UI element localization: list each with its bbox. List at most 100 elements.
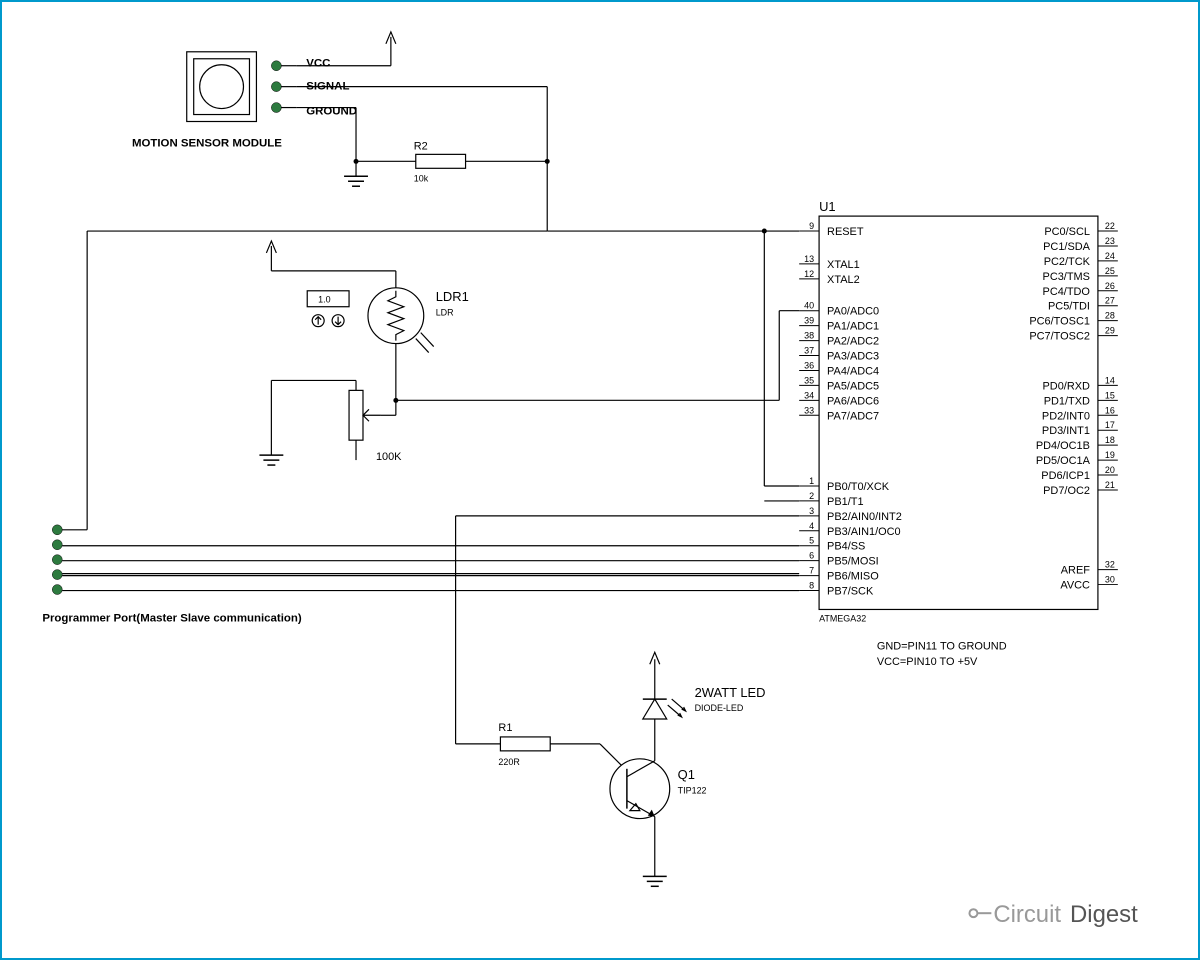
svg-text:PC0/SCL: PC0/SCL (1044, 226, 1090, 238)
meter-value: 1.0 (318, 295, 330, 305)
svg-text:20: 20 (1105, 465, 1115, 475)
svg-text:1: 1 (809, 476, 814, 486)
svg-text:6: 6 (809, 551, 814, 561)
u1-note1: GND=PIN11 TO GROUND (877, 640, 1007, 652)
svg-text:PA6/ADC6: PA6/ADC6 (827, 395, 879, 407)
svg-text:26: 26 (1105, 281, 1115, 291)
svg-text:14: 14 (1105, 375, 1115, 385)
svg-text:40: 40 (804, 301, 814, 311)
svg-text:PD5/OC1A: PD5/OC1A (1036, 455, 1091, 467)
motion-sensor-icon (187, 52, 257, 122)
svg-text:XTAL1: XTAL1 (827, 259, 860, 271)
svg-text:Circuit: Circuit (993, 901, 1061, 928)
svg-text:PD3/INT1: PD3/INT1 (1042, 425, 1090, 437)
led-type: DIODE-LED (695, 703, 744, 713)
svg-text:13: 13 (804, 254, 814, 264)
svg-text:2: 2 (809, 491, 814, 501)
svg-text:PB1/T1: PB1/T1 (827, 496, 863, 508)
svg-text:32: 32 (1105, 560, 1115, 570)
svg-text:27: 27 (1105, 296, 1115, 306)
svg-text:PB5/MOSI: PB5/MOSI (827, 556, 879, 568)
ldr-icon (368, 288, 434, 353)
transistor-q1-icon (610, 759, 670, 819)
power-arrow-icon (386, 32, 396, 66)
motion-sensor-title: MOTION SENSOR MODULE (132, 137, 282, 149)
svg-text:PC3/TMS: PC3/TMS (1043, 271, 1090, 283)
r2-val: 10k (414, 173, 429, 183)
svg-text:4: 4 (809, 521, 814, 531)
ground-icon (643, 876, 667, 886)
svg-text:37: 37 (804, 346, 814, 356)
svg-text:PD4/OC1B: PD4/OC1B (1036, 440, 1090, 452)
svg-text:19: 19 (1105, 450, 1115, 460)
svg-text:PA2/ADC2: PA2/ADC2 (827, 336, 879, 348)
svg-text:PA1/ADC1: PA1/ADC1 (827, 321, 879, 333)
svg-text:22: 22 (1105, 221, 1115, 231)
pin-dot (271, 61, 281, 71)
svg-text:PC7/TOSC2: PC7/TOSC2 (1029, 331, 1090, 343)
svg-text:PC1/SDA: PC1/SDA (1043, 241, 1091, 253)
svg-text:38: 38 (804, 331, 814, 341)
ground-icon (259, 455, 283, 465)
svg-text:23: 23 (1105, 236, 1115, 246)
svg-text:PD7/OC2: PD7/OC2 (1043, 485, 1090, 497)
svg-text:PD6/ICP1: PD6/ICP1 (1041, 470, 1090, 482)
circuitdigest-logo: Circuit Digest (969, 901, 1138, 928)
r1-val: 220R (498, 757, 520, 767)
svg-text:XTAL2: XTAL2 (827, 274, 860, 286)
svg-text:PC2/TCK: PC2/TCK (1044, 256, 1091, 268)
svg-text:PD2/INT0: PD2/INT0 (1042, 410, 1090, 422)
led-icon (643, 659, 686, 719)
ldr-ref: LDR1 (436, 289, 469, 304)
svg-text:17: 17 (1105, 420, 1115, 430)
u1-note2: VCC=PIN10 TO +5V (877, 656, 978, 668)
r2-ref: R2 (414, 140, 428, 152)
svg-text:29: 29 (1105, 326, 1115, 336)
u1-ref: U1 (819, 199, 836, 214)
svg-text:Digest: Digest (1070, 901, 1138, 928)
svg-text:PB6/MISO: PB6/MISO (827, 571, 879, 583)
svg-text:33: 33 (804, 405, 814, 415)
svg-text:16: 16 (1105, 405, 1115, 415)
svg-text:34: 34 (804, 390, 814, 400)
svg-text:9: 9 (809, 221, 814, 231)
svg-text:PB7/SCK: PB7/SCK (827, 586, 874, 598)
svg-text:24: 24 (1105, 251, 1115, 261)
svg-text:RESET: RESET (827, 226, 864, 238)
svg-text:PB3/AIN1/OC0: PB3/AIN1/OC0 (827, 526, 901, 538)
svg-text:PA7/ADC7: PA7/ADC7 (827, 410, 879, 422)
svg-text:21: 21 (1105, 480, 1115, 490)
q1-type: TIP122 (678, 786, 707, 796)
pot-val: 100K (376, 451, 402, 463)
svg-text:3: 3 (809, 506, 814, 516)
schematic: MOTION SENSOR MODULE VCC SIGNAL GROUND R… (2, 2, 1198, 958)
svg-text:AREF: AREF (1061, 565, 1090, 577)
programmer-label: Programmer Port(Master Slave communicati… (42, 612, 302, 624)
r1-ref: R1 (498, 722, 512, 734)
svg-text:36: 36 (804, 360, 814, 370)
svg-text:12: 12 (804, 269, 814, 279)
svg-text:39: 39 (804, 316, 814, 326)
pin-dot (271, 103, 281, 113)
pin-dot (271, 82, 281, 92)
ground-icon (344, 176, 368, 186)
resistor-r2-icon (356, 154, 547, 168)
svg-text:PB0/T0/XCK: PB0/T0/XCK (827, 481, 890, 493)
svg-text:25: 25 (1105, 266, 1115, 276)
q1-ref: Q1 (678, 767, 695, 782)
svg-text:18: 18 (1105, 435, 1115, 445)
svg-text:15: 15 (1105, 390, 1115, 400)
svg-text:PA5/ADC5: PA5/ADC5 (827, 380, 879, 392)
led-name: 2WATT LED (695, 685, 766, 700)
programmer-port (52, 525, 62, 595)
u1-part: ATMEGA32 (819, 613, 866, 623)
label-vcc: VCC (306, 58, 330, 70)
svg-text:28: 28 (1105, 311, 1115, 321)
svg-text:PA4/ADC4: PA4/ADC4 (827, 365, 879, 377)
svg-text:PC5/TDI: PC5/TDI (1048, 301, 1090, 313)
svg-text:AVCC: AVCC (1060, 580, 1090, 592)
svg-text:PA3/ADC3: PA3/ADC3 (827, 351, 879, 363)
svg-text:PD1/TXD: PD1/TXD (1044, 395, 1090, 407)
svg-text:30: 30 (1105, 575, 1115, 585)
ldr-type: LDR (436, 308, 454, 318)
